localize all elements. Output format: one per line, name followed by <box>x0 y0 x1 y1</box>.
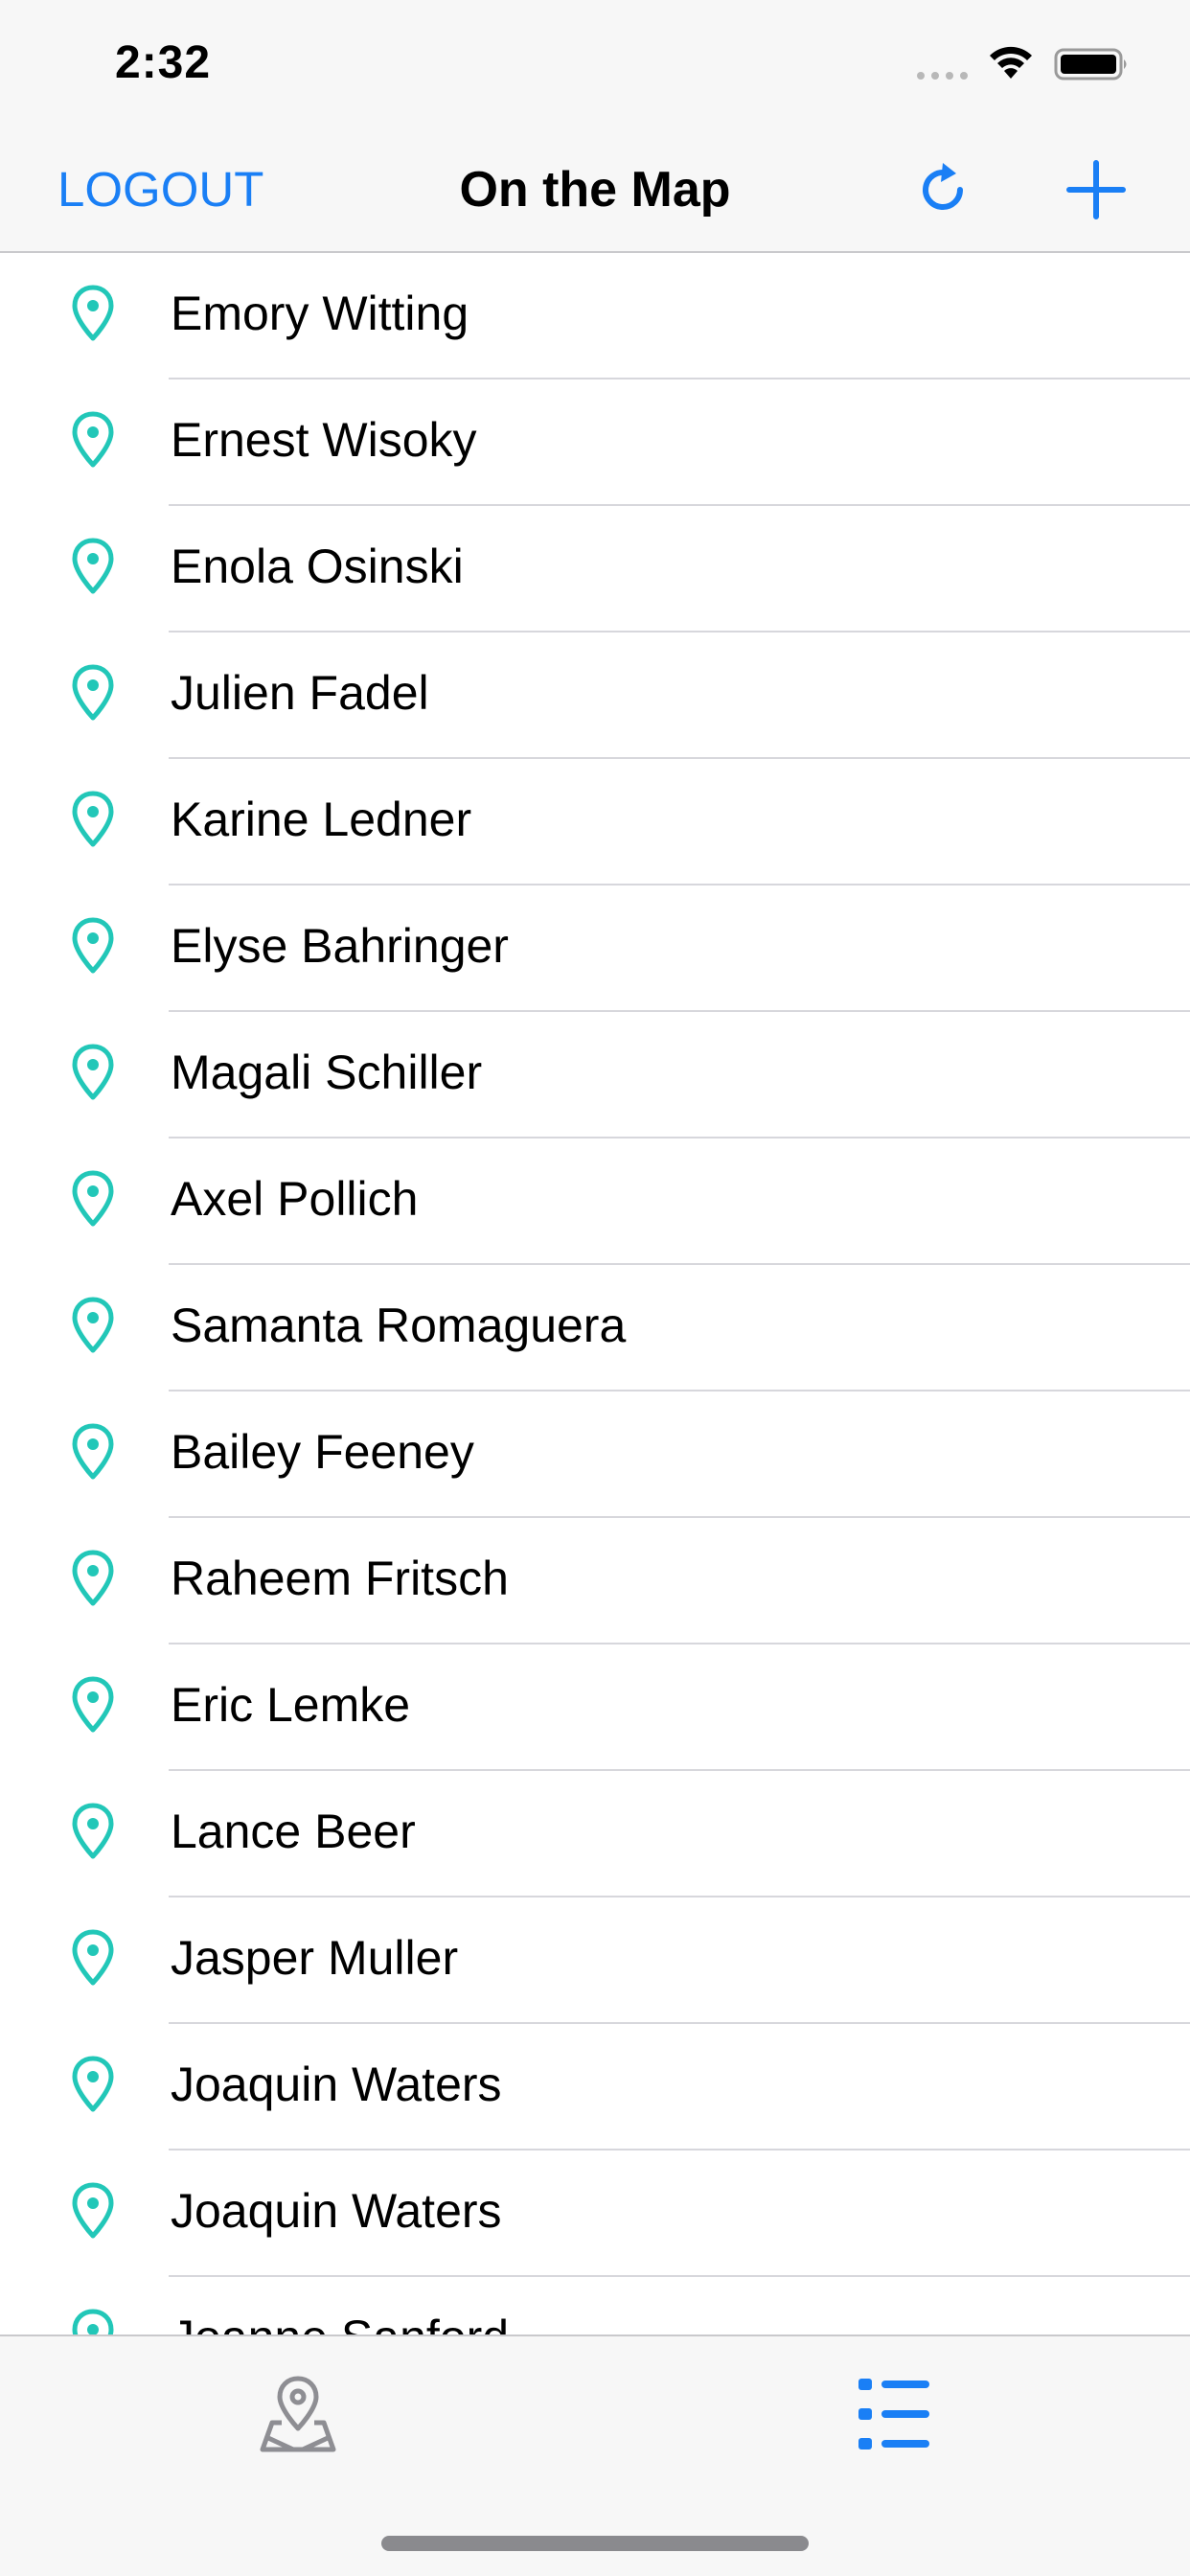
student-name: Axel Pollich <box>171 1172 419 1226</box>
list-item[interactable]: Elyse Bahringer <box>0 886 1190 1012</box>
student-name: Jasper Muller <box>171 1931 459 1985</box>
map-pin-icon <box>72 791 114 847</box>
list-item[interactable]: Julien Fadel <box>0 632 1190 759</box>
map-pin-icon <box>72 2309 114 2334</box>
add-icon[interactable] <box>1062 155 1131 224</box>
status-time: 2:32 <box>115 37 212 88</box>
student-name: Eric Lemke <box>171 1678 411 1732</box>
list-item[interactable]: Enola Osinski <box>0 506 1190 632</box>
student-name: Samanta Romaguera <box>171 1299 627 1352</box>
status-bar: 2:32 <box>0 0 1190 126</box>
map-pin-icon <box>72 1803 114 1859</box>
list-item[interactable]: Samanta Romaguera <box>0 1265 1190 1392</box>
list-item[interactable]: Raheem Fritsch <box>0 1518 1190 1644</box>
student-list: Emory Witting Ernest Wisoky Enola Osinsk… <box>0 253 1190 2334</box>
map-pin-icon <box>72 1170 114 1227</box>
student-name: Joaquin Waters <box>171 2184 502 2238</box>
map-pin-icon <box>72 1423 114 1480</box>
map-pin-icon <box>72 2182 114 2239</box>
student-name: Emory Witting <box>171 287 469 340</box>
list-item[interactable]: Joaquin Waters <box>0 2150 1190 2277</box>
student-name: Elyse Bahringer <box>171 919 509 973</box>
list-item[interactable]: Ernest Wisoky <box>0 380 1190 506</box>
list-item[interactable]: Magali Schiller <box>0 1012 1190 1138</box>
map-pin-icon <box>72 1550 114 1606</box>
list-item[interactable]: Joanne Sanford <box>0 2277 1190 2334</box>
map-pin-icon <box>72 1297 114 1353</box>
wifi-icon <box>990 46 1032 79</box>
map-pin-icon <box>72 285 114 341</box>
map-pin-icon <box>72 1929 114 1986</box>
list-item[interactable]: Axel Pollich <box>0 1138 1190 1265</box>
student-name: Karine Ledner <box>171 793 472 846</box>
student-name: Julien Fadel <box>171 666 429 720</box>
student-name: Enola Osinski <box>171 540 464 593</box>
list-item[interactable]: Lance Beer <box>0 1771 1190 1898</box>
logout-button[interactable]: LOGOUT <box>57 155 263 224</box>
student-name: Lance Beer <box>171 1805 416 1858</box>
home-indicator <box>381 2536 809 2551</box>
student-name: Magali Schiller <box>171 1046 483 1099</box>
list-item[interactable]: Bailey Feeney <box>0 1392 1190 1518</box>
list-item[interactable]: Jasper Muller <box>0 1898 1190 2024</box>
tab-map[interactable] <box>255 2371 341 2457</box>
map-pin-icon <box>72 411 114 468</box>
map-pin-icon <box>72 917 114 974</box>
map-pin-icon <box>72 2056 114 2112</box>
cellular-signal-icon <box>917 72 968 80</box>
tab-list[interactable] <box>851 2371 937 2457</box>
refresh-icon[interactable] <box>908 155 977 224</box>
map-pin-icon <box>72 1676 114 1733</box>
list-item[interactable]: Emory Witting <box>0 253 1190 380</box>
student-name: Ernest Wisoky <box>171 413 477 467</box>
list-item[interactable]: Joaquin Waters <box>0 2024 1190 2150</box>
battery-icon <box>1054 48 1127 80</box>
student-name: Joaquin Waters <box>171 2058 502 2111</box>
navigation-bar: LOGOUT On the Map <box>0 126 1190 253</box>
list-item[interactable]: Eric Lemke <box>0 1644 1190 1771</box>
map-pin-icon <box>72 538 114 594</box>
map-pin-icon <box>72 1044 114 1100</box>
student-name: Joanne Sanford <box>171 2306 509 2334</box>
student-name: Raheem Fritsch <box>171 1552 509 1605</box>
map-pin-icon <box>72 664 114 721</box>
list-item[interactable]: Karine Ledner <box>0 759 1190 886</box>
student-name: Bailey Feeney <box>171 1425 474 1479</box>
